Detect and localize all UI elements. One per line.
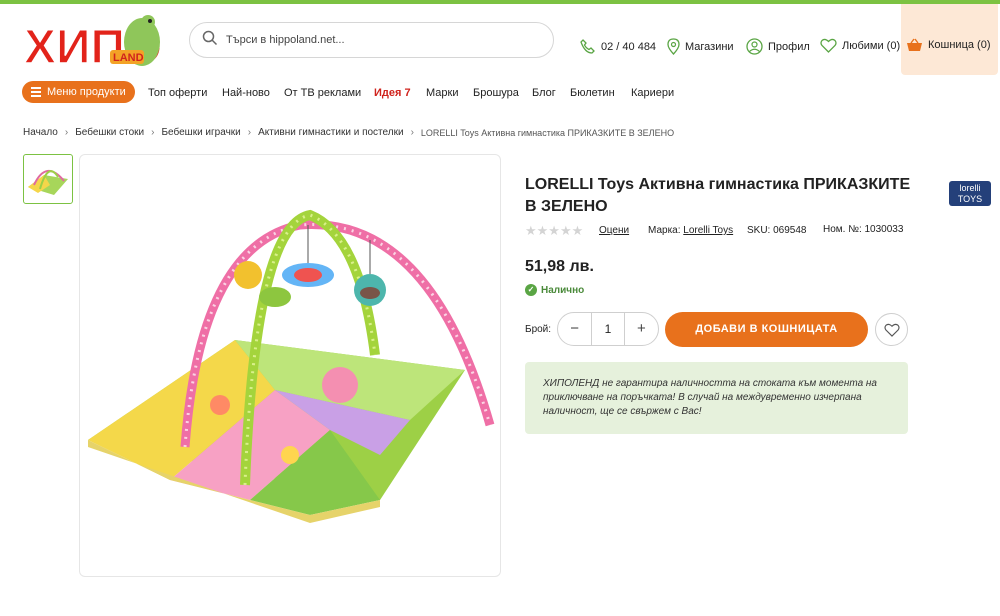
user-icon [746, 38, 763, 55]
chevron-right-icon: › [64, 127, 69, 138]
check-circle-icon: ✓ [525, 284, 537, 296]
products-menu-button[interactable]: Меню продукти [22, 81, 135, 103]
breadcrumb-baby-toys[interactable]: Бебешки играчки [161, 127, 240, 138]
profile-link[interactable]: Профил [746, 38, 810, 55]
product-title: LORELLI Toys Активна гимнастика ПРИКАЗКИ… [525, 176, 911, 215]
svg-text:LAND: LAND [113, 52, 144, 64]
chevron-right-icon: › [247, 127, 252, 138]
cart-label: Кошница (0) [928, 39, 991, 51]
brand-label: Марка: [648, 225, 681, 236]
breadcrumb-play-gyms[interactable]: Активни гимнастики и постелки [258, 127, 403, 138]
nav-item-newsletter[interactable]: Бюлетин [570, 87, 615, 99]
brand-info: Марка: Lorelli Toys [648, 225, 733, 236]
nav-item-blog[interactable]: Блог [532, 87, 556, 99]
breadcrumb-baby-goods[interactable]: Бебешки стоки [75, 127, 144, 138]
search-icon [202, 30, 218, 51]
heart-icon [883, 323, 900, 337]
nav-item-brochure[interactable]: Брошура [473, 87, 519, 99]
heart-icon [820, 38, 837, 53]
phone-number: 02 / 40 484 [601, 40, 657, 53]
nav-item-tv-ads[interactable]: От ТВ реклами [284, 87, 361, 99]
nav-item-brands[interactable]: Марки [426, 87, 458, 99]
favorites-link[interactable]: Любими (0) [820, 38, 900, 53]
nav-item-idea-7[interactable]: Идея 7 [374, 87, 411, 99]
favorites-label: Любими (0) [842, 39, 901, 52]
product-number: Ном. №: 1030033 [823, 224, 904, 235]
brand-logo[interactable]: lorelli TOYS [949, 181, 991, 206]
product-thumbnail[interactable] [23, 154, 73, 204]
search-bar[interactable] [189, 22, 554, 58]
product-main-image[interactable] [79, 154, 501, 577]
rating-stars[interactable]: ★★★★★ [525, 223, 583, 239]
quantity-stepper: − 1 + [557, 312, 659, 346]
map-pin-icon [667, 38, 680, 55]
breadcrumb: Начало › Бебешки стоки › Бебешки играчки… [23, 127, 674, 138]
nav-item-top-offers[interactable]: Топ оферти [148, 87, 207, 99]
phone-link[interactable]: 02 / 40 484 [579, 38, 656, 55]
availability-status: ✓ Налично [525, 284, 584, 296]
chevron-right-icon: › [410, 127, 414, 138]
availability-label: Налично [541, 284, 585, 296]
cart-link[interactable]: Кошница (0) [906, 38, 991, 52]
phone-icon [580, 39, 595, 54]
site-logo[interactable]: ХИПО LAND [22, 8, 164, 75]
products-menu-label: Меню продукти [47, 86, 126, 98]
product-sku: SKU: 069548 [747, 225, 807, 236]
quantity-decrease-button[interactable]: − [558, 313, 591, 345]
product-price: 51,98 лв. [525, 258, 594, 275]
quantity-label: Брой: [525, 324, 552, 335]
rate-link[interactable]: Оцени [599, 225, 629, 236]
chevron-right-icon: › [151, 127, 155, 138]
nav-item-newest[interactable]: Най-ново [222, 87, 270, 99]
basket-icon [907, 38, 922, 51]
brand-link[interactable]: Lorelli Toys [683, 225, 733, 236]
stores-label: Магазини [685, 40, 734, 53]
search-input[interactable] [226, 34, 526, 46]
top-accent-bar [0, 0, 1000, 4]
breadcrumb-home[interactable]: Начало [23, 127, 58, 138]
add-to-favorites-button[interactable] [875, 313, 908, 346]
nav-item-careers[interactable]: Кариери [631, 87, 674, 99]
stores-link[interactable]: Магазини [667, 38, 734, 55]
breadcrumb-current: LORELLI Toys Активна гимнастика ПРИКАЗКИ… [420, 127, 675, 138]
quantity-input[interactable]: 1 [591, 313, 625, 345]
availability-notice: ХИПОЛЕНД не гарантира наличността на сто… [525, 362, 908, 434]
add-to-cart-button[interactable]: ДОБАВИ В КОШНИЦАТА [665, 312, 868, 347]
profile-label: Профил [768, 40, 810, 53]
hamburger-icon [31, 85, 41, 99]
quantity-increase-button[interactable]: + [625, 313, 658, 345]
